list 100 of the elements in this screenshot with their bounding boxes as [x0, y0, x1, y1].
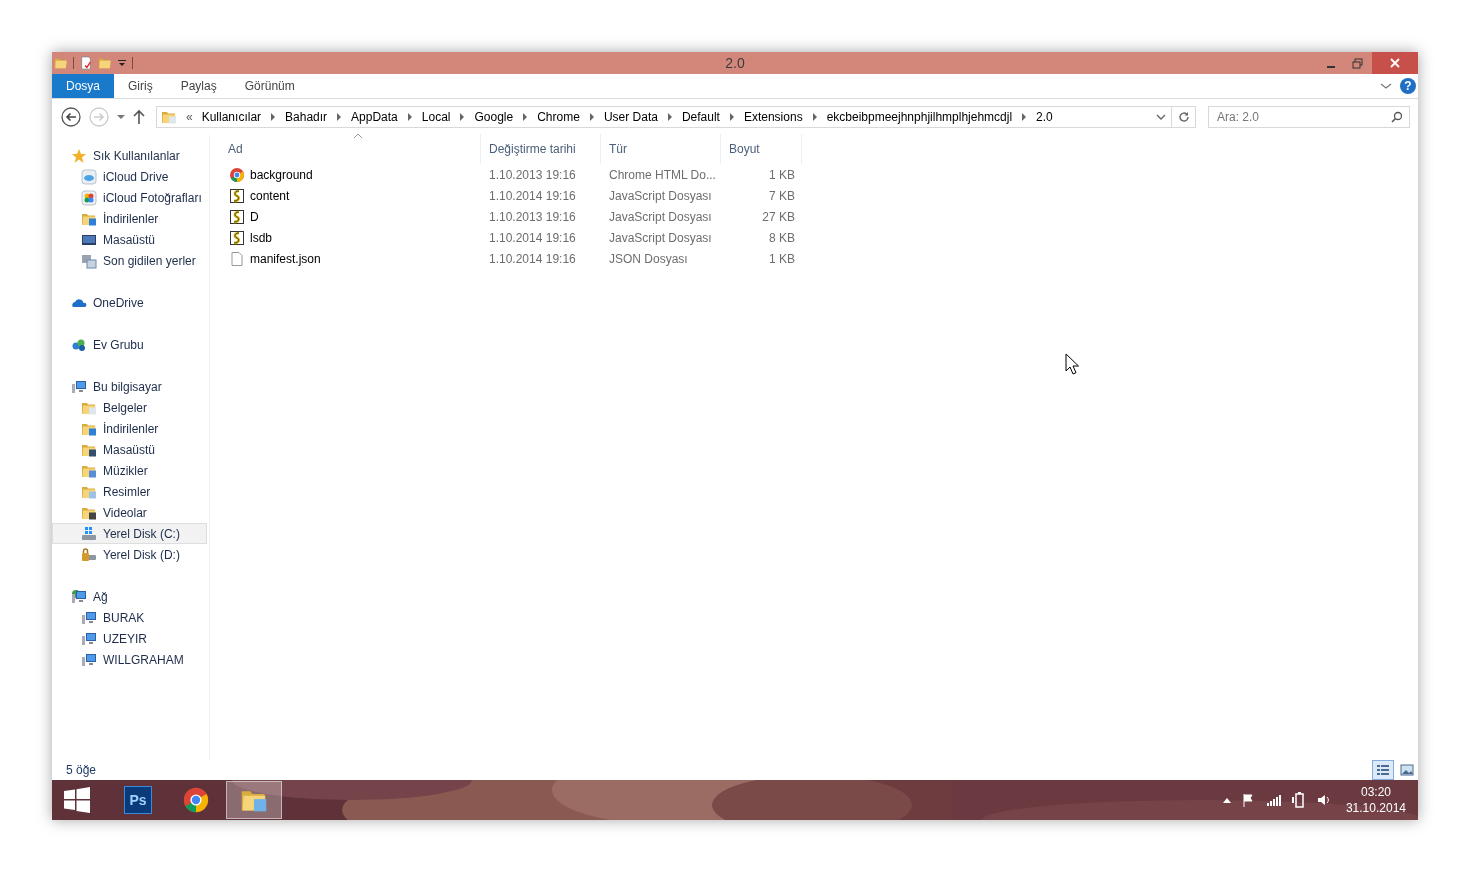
- nav-item[interactable]: Bu bilgisayar: [52, 376, 207, 397]
- refresh-button[interactable]: [1172, 106, 1196, 128]
- breadcrumb-arrow-icon[interactable]: [811, 113, 818, 121]
- breadcrumb[interactable]: Default: [681, 110, 720, 124]
- mouse-cursor-icon: [1065, 353, 1079, 375]
- script-file-icon: [229, 208, 245, 225]
- clock[interactable]: 03:20 31.10.2014: [1345, 784, 1406, 816]
- breadcrumb[interactable]: Google: [474, 110, 514, 124]
- nav-item[interactable]: Belgeler: [52, 397, 207, 418]
- signal-icon[interactable]: [1266, 794, 1281, 806]
- nav-item[interactable]: Videolar: [52, 502, 207, 523]
- back-button[interactable]: [60, 106, 82, 128]
- table-cell-text: JavaScript Dosyası: [608, 188, 713, 203]
- file-name[interactable]: content: [250, 188, 290, 203]
- close-icon: [1390, 58, 1400, 68]
- file-icon: [229, 250, 245, 267]
- column-header[interactable]: Değiştirme tarihi: [481, 134, 601, 164]
- nav-item[interactable]: Ev Grubu: [52, 334, 207, 355]
- script-file-icon: [229, 229, 245, 246]
- nav-item[interactable]: UZEYIR: [52, 628, 207, 649]
- search-field[interactable]: Ara: 2.0: [1208, 106, 1410, 128]
- nav-item[interactable]: Ağ: [52, 586, 207, 607]
- breadcrumb[interactable]: Bahadır: [285, 110, 328, 124]
- breadcrumb-arrow-icon[interactable]: [728, 113, 735, 121]
- nav-item[interactable]: Yerel Disk (D:): [52, 544, 207, 565]
- explorer-app-button[interactable]: [226, 781, 282, 819]
- computer-icon: [71, 378, 87, 395]
- search-icon[interactable]: [1391, 111, 1403, 123]
- ribbon-tab[interactable]: Görünüm: [230, 74, 309, 98]
- speaker-icon[interactable]: [1316, 793, 1331, 807]
- computer-icon: [81, 651, 97, 668]
- nav-item[interactable]: Son gidilen yerler: [52, 250, 207, 271]
- nav-item[interactable]: Resimler: [52, 481, 207, 502]
- table-cell-text: 1 KB: [768, 167, 796, 182]
- dropdown-icon[interactable]: [117, 58, 127, 68]
- ribbon-tab[interactable]: Dosya: [52, 74, 114, 98]
- locked-drive-icon: [81, 546, 97, 563]
- breadcrumb[interactable]: 2.0: [1036, 110, 1053, 124]
- breadcrumb-arrow-icon[interactable]: [666, 113, 673, 121]
- refresh-icon: [1177, 111, 1190, 123]
- flag-icon[interactable]: [1241, 793, 1256, 807]
- breadcrumb[interactable]: User Data: [603, 110, 658, 124]
- column-header[interactable]: Tür: [601, 134, 721, 164]
- ribbon-tab[interactable]: Giriş: [114, 74, 167, 98]
- nav-item[interactable]: iCloud Drive: [52, 166, 207, 187]
- breadcrumb[interactable]: AppData: [351, 110, 398, 124]
- table-cell-text: 7 KB: [768, 188, 796, 203]
- column-header[interactable]: Ad: [228, 134, 481, 164]
- breadcrumb-arrow-icon[interactable]: [459, 113, 466, 121]
- nav-item[interactable]: Masaüstü: [52, 229, 207, 250]
- help-button[interactable]: ?: [1400, 78, 1416, 94]
- power-icon[interactable]: [1291, 792, 1306, 808]
- table-cell-text: Chrome HTML Do...: [608, 167, 717, 182]
- close-button[interactable]: [1372, 52, 1418, 74]
- ribbon-tab[interactable]: Paylaş: [166, 74, 231, 98]
- table-cell-text: 1.10.2014 19:16: [488, 188, 577, 203]
- chrome-icon: [229, 166, 245, 183]
- chrome-icon: [182, 786, 210, 814]
- breadcrumb[interactable]: Extensions: [743, 110, 803, 124]
- file-name[interactable]: D: [250, 209, 259, 224]
- breadcrumb[interactable]: Local: [421, 110, 451, 124]
- recent-locations-icon[interactable]: [116, 113, 126, 121]
- nav-item[interactable]: iCloud Fotoğrafları: [52, 187, 207, 208]
- breadcrumb-arrow-icon[interactable]: [270, 113, 277, 121]
- search-input[interactable]: Ara: 2.0: [1209, 109, 1391, 125]
- cloud-icon: [81, 168, 97, 185]
- table-cell-text: JSON Dosyası: [608, 251, 689, 266]
- nav-item[interactable]: İndirilenler: [52, 418, 207, 439]
- show-hidden-icons-icon[interactable]: [1222, 797, 1231, 803]
- breadcrumb-arrow-icon[interactable]: [588, 113, 595, 121]
- breadcrumb-arrow-icon[interactable]: [1021, 113, 1028, 121]
- breadcrumb[interactable]: Kullanıcılar: [201, 110, 262, 124]
- breadcrumb-arrow-icon[interactable]: [336, 113, 343, 121]
- file-name[interactable]: lsdb: [250, 230, 272, 245]
- properties-icon[interactable]: [79, 55, 93, 71]
- nav-item[interactable]: WILLGRAHAM: [52, 649, 207, 670]
- breadcrumb-arrow-icon[interactable]: [406, 113, 413, 121]
- nav-item[interactable]: Yerel Disk (C:): [52, 523, 207, 544]
- address-dropdown-icon[interactable]: [1155, 112, 1167, 122]
- file-name[interactable]: background: [250, 167, 313, 182]
- photoshop-app-button[interactable]: Ps: [110, 781, 166, 819]
- nav-item[interactable]: Sık Kullanılanlar: [52, 145, 207, 166]
- expand-ribbon-icon[interactable]: [1380, 81, 1392, 91]
- column-header[interactable]: Boyut: [721, 134, 802, 164]
- nav-item[interactable]: BURAK: [52, 607, 207, 628]
- overflow-chevron[interactable]: «: [186, 110, 193, 124]
- nav-item[interactable]: Müzikler: [52, 460, 207, 481]
- drive-icon: [81, 525, 97, 542]
- up-arrow-icon[interactable]: [132, 109, 146, 125]
- breadcrumb[interactable]: Chrome: [537, 110, 580, 124]
- details-view-icon: [1376, 764, 1390, 776]
- nav-item[interactable]: İndirilenler: [52, 208, 207, 229]
- address-bar[interactable]: « Kullanıcılar Bahadır AppData Local Google Chrome User Data Default Extensions ekcbeibpmeejhnphjilhmplhjehmcdjl 2.0: [156, 106, 1172, 128]
- nav-item[interactable]: OneDrive: [52, 292, 207, 313]
- breadcrumb-arrow-icon[interactable]: [522, 113, 529, 121]
- file-name[interactable]: manifest.json: [250, 251, 321, 266]
- nav-item[interactable]: Masaüstü: [52, 439, 207, 460]
- breadcrumb[interactable]: ekcbeibpmeejhnphjilhmplhjehmcdjl: [826, 110, 1013, 124]
- star-icon: [71, 147, 87, 164]
- details-view-button[interactable]: [1372, 760, 1394, 780]
